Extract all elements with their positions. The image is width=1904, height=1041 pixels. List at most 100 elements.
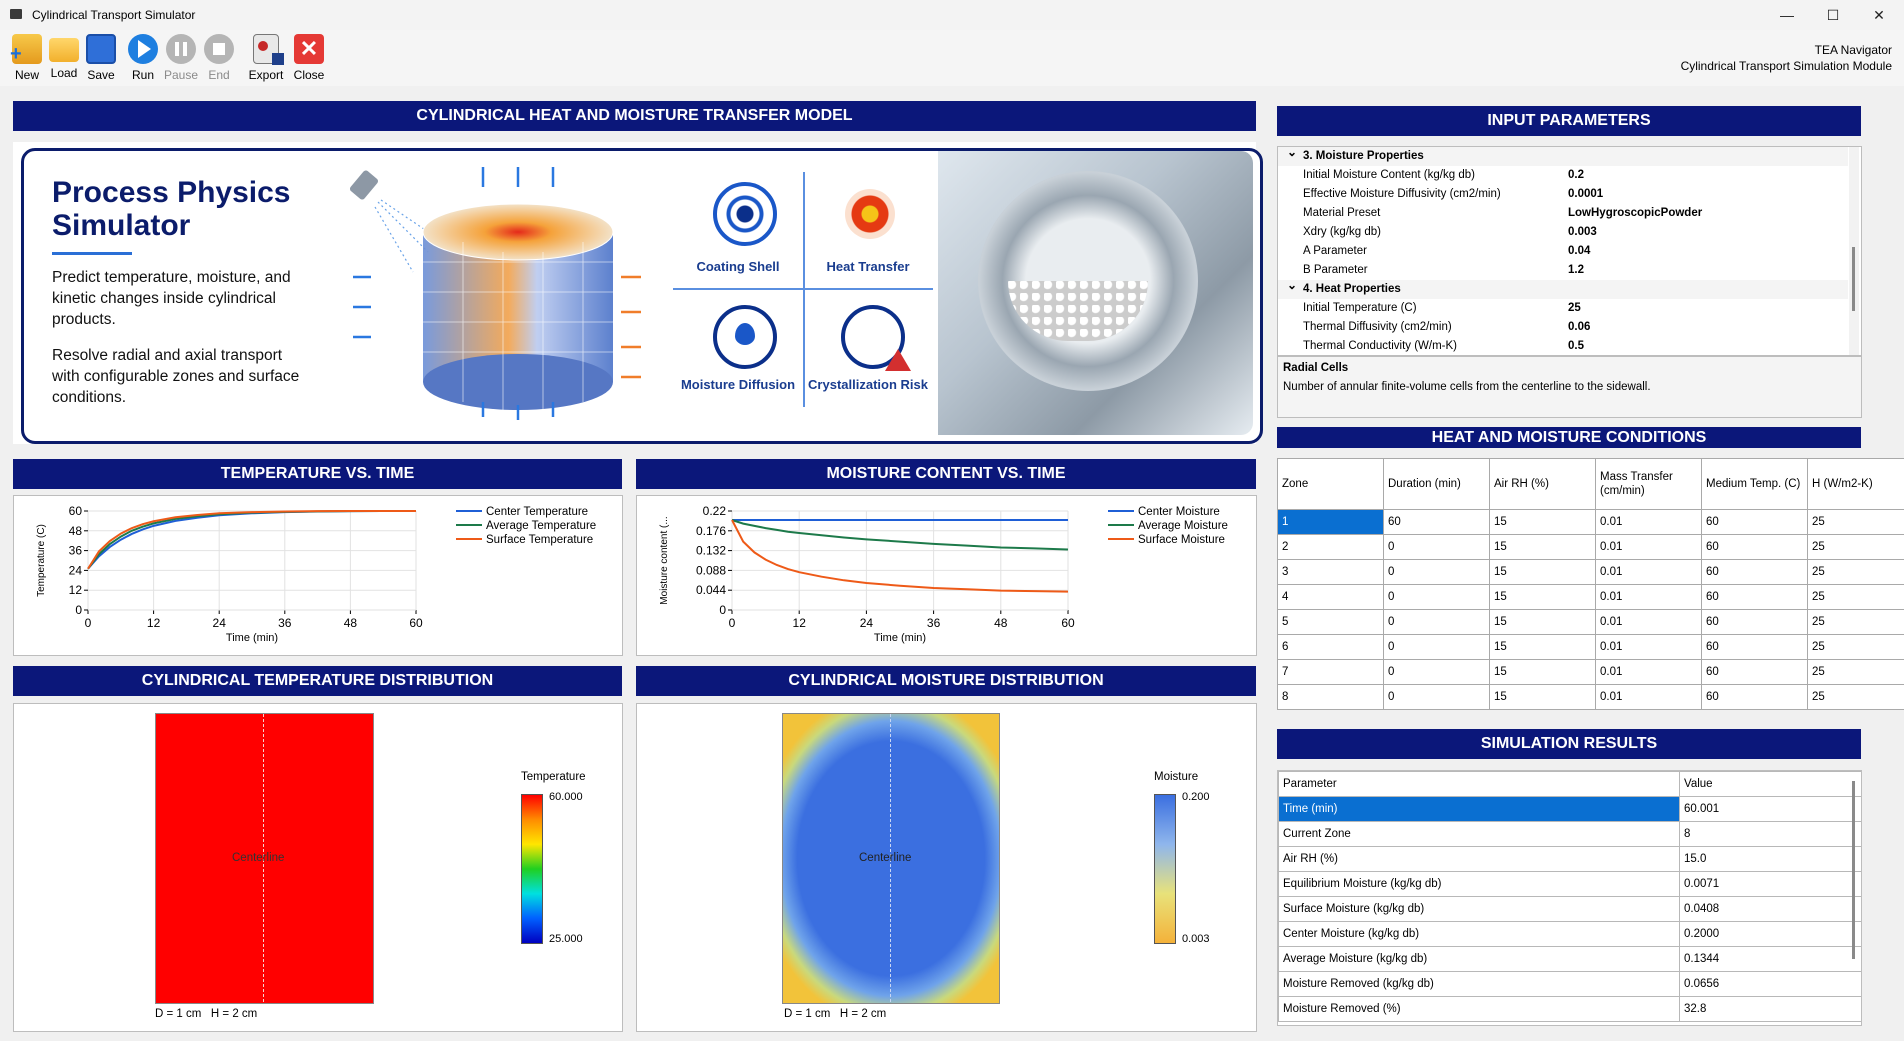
- property-row[interactable]: Thermal Conductivity (W/m-K) 0.5: [1278, 337, 1848, 355]
- table-cell[interactable]: 0.01: [1595, 684, 1702, 710]
- table-row[interactable]: 8 0 15 0.01 60 25: [1277, 684, 1904, 710]
- table-row[interactable]: Center Moisture (kg/kg db) 0.2000: [1278, 921, 1861, 947]
- property-row[interactable]: A Parameter 0.04: [1278, 242, 1848, 261]
- table-cell[interactable]: 60: [1701, 634, 1808, 660]
- table-cell[interactable]: 25: [1807, 684, 1904, 710]
- table-row[interactable]: Current Zone 8: [1278, 821, 1861, 847]
- table-cell[interactable]: 0: [1383, 534, 1490, 560]
- property-row[interactable]: Initial Moisture Content (kg/kg db) 0.2: [1278, 166, 1848, 185]
- table-cell[interactable]: 0.01: [1595, 584, 1702, 610]
- chevron-down-icon[interactable]: ⌄: [1287, 276, 1297, 295]
- table-cell[interactable]: 0: [1383, 584, 1490, 610]
- property-value[interactable]: LowHygroscopicPowder: [1568, 204, 1702, 223]
- table-row[interactable]: 5 0 15 0.01 60 25: [1277, 609, 1904, 635]
- table-row[interactable]: 4 0 15 0.01 60 25: [1277, 584, 1904, 610]
- results-grid[interactable]: Parameter Value Time (min) 60.001 Current Zo…: [1277, 770, 1862, 1026]
- table-cell[interactable]: 0.01: [1595, 559, 1702, 585]
- column-header[interactable]: Mass Transfer (cm/min): [1595, 458, 1702, 510]
- property-category[interactable]: ⌄ 4. Heat Properties: [1278, 278, 1848, 299]
- property-grid[interactable]: ⌄ 3. Moisture Properties Initial Moisture …: [1277, 146, 1862, 356]
- property-row[interactable]: Effective Moisture Diffusivity (cm2/min)…: [1278, 185, 1848, 204]
- table-cell[interactable]: 60: [1701, 609, 1808, 635]
- maximize-button[interactable]: ☐: [1810, 0, 1856, 30]
- property-value[interactable]: 0.06: [1568, 318, 1590, 337]
- table-cell[interactable]: 7: [1277, 659, 1384, 685]
- table-cell[interactable]: 25: [1807, 534, 1904, 560]
- table-cell[interactable]: 25: [1807, 509, 1904, 535]
- conditions-grid[interactable]: Zone Duration (min) Air RH (%) Mass Transfe…: [1277, 458, 1904, 714]
- property-value[interactable]: 0.0001: [1568, 185, 1603, 204]
- table-cell[interactable]: 0: [1383, 634, 1490, 660]
- table-cell[interactable]: 15: [1489, 534, 1596, 560]
- table-cell[interactable]: 60: [1701, 509, 1808, 535]
- run-button[interactable]: Run: [124, 32, 162, 84]
- table-cell[interactable]: 4: [1277, 584, 1384, 610]
- table-cell[interactable]: 15: [1489, 659, 1596, 685]
- table-cell[interactable]: 60: [1701, 584, 1808, 610]
- save-button[interactable]: Save: [82, 32, 120, 84]
- column-header[interactable]: Zone: [1277, 458, 1384, 510]
- table-cell[interactable]: 5: [1277, 609, 1384, 635]
- property-value[interactable]: 0.5: [1568, 337, 1584, 355]
- table-cell[interactable]: 0: [1383, 659, 1490, 685]
- table-row[interactable]: Surface Moisture (kg/kg db) 0.0408: [1278, 896, 1861, 922]
- table-cell[interactable]: 0.01: [1595, 659, 1702, 685]
- table-cell[interactable]: 25: [1807, 634, 1904, 660]
- table-cell[interactable]: 6: [1277, 634, 1384, 660]
- table-row[interactable]: Time (min) 60.001: [1278, 796, 1861, 822]
- results-scrollbar[interactable]: [1849, 781, 1859, 959]
- column-header[interactable]: Air RH (%): [1489, 458, 1596, 510]
- column-header[interactable]: H (W/m2-K): [1807, 458, 1904, 510]
- new-button[interactable]: + New: [8, 32, 46, 84]
- column-header[interactable]: Parameter: [1278, 771, 1680, 797]
- table-row[interactable]: 1 60 15 0.01 60 25: [1277, 509, 1904, 535]
- table-cell[interactable]: 15: [1489, 584, 1596, 610]
- table-cell[interactable]: 0.01: [1595, 609, 1702, 635]
- table-cell[interactable]: 2: [1277, 534, 1384, 560]
- minimize-button[interactable]: —: [1764, 0, 1810, 30]
- table-cell[interactable]: 60: [1701, 659, 1808, 685]
- table-row[interactable]: Equilibrium Moisture (kg/kg db) 0.0071: [1278, 871, 1861, 897]
- table-row[interactable]: Air RH (%) 15.0: [1278, 846, 1861, 872]
- column-header[interactable]: Medium Temp. (C): [1701, 458, 1808, 510]
- table-cell[interactable]: 3: [1277, 559, 1384, 585]
- property-row[interactable]: Material Preset LowHygroscopicPowder: [1278, 204, 1848, 223]
- table-cell[interactable]: 0.01: [1595, 534, 1702, 560]
- property-value[interactable]: 1.2: [1568, 261, 1584, 280]
- property-category[interactable]: ⌄ 3. Moisture Properties: [1278, 147, 1848, 166]
- pause-button[interactable]: Pause: [162, 32, 200, 84]
- table-cell[interactable]: 0: [1383, 609, 1490, 635]
- table-row[interactable]: Average Moisture (kg/kg db) 0.1344: [1278, 946, 1861, 972]
- table-cell[interactable]: 60: [1701, 559, 1808, 585]
- table-row[interactable]: 3 0 15 0.01 60 25: [1277, 559, 1904, 585]
- table-cell[interactable]: 25: [1807, 659, 1904, 685]
- table-cell[interactable]: 60: [1383, 509, 1490, 535]
- chevron-down-icon[interactable]: ⌄: [1287, 147, 1297, 162]
- property-value[interactable]: 0.2: [1568, 166, 1584, 185]
- table-cell[interactable]: 25: [1807, 584, 1904, 610]
- property-row[interactable]: Xdry (kg/kg db) 0.003: [1278, 223, 1848, 242]
- table-cell[interactable]: 1: [1277, 509, 1384, 535]
- column-header[interactable]: Value: [1679, 771, 1861, 797]
- property-row[interactable]: Thermal Diffusivity (cm2/min) 0.06: [1278, 318, 1848, 337]
- load-button[interactable]: Load: [45, 32, 83, 84]
- table-cell[interactable]: 15: [1489, 634, 1596, 660]
- table-cell[interactable]: 60: [1701, 684, 1808, 710]
- table-cell[interactable]: 15: [1489, 559, 1596, 585]
- column-header[interactable]: Duration (min): [1383, 458, 1490, 510]
- table-cell[interactable]: 0.01: [1595, 634, 1702, 660]
- table-row[interactable]: 6 0 15 0.01 60 25: [1277, 634, 1904, 660]
- table-cell[interactable]: 0: [1383, 684, 1490, 710]
- property-row[interactable]: B Parameter 1.2: [1278, 261, 1848, 280]
- table-row[interactable]: 2 0 15 0.01 60 25: [1277, 534, 1904, 560]
- property-scrollbar[interactable]: [1849, 147, 1859, 355]
- export-button[interactable]: Export: [247, 32, 285, 84]
- end-button[interactable]: End: [200, 32, 238, 84]
- property-value[interactable]: 0.04: [1568, 242, 1590, 261]
- table-row[interactable]: 7 0 15 0.01 60 25: [1277, 659, 1904, 685]
- table-cell[interactable]: 0.01: [1595, 509, 1702, 535]
- conditions-table[interactable]: Zone Duration (min) Air RH (%) Mass Transfe…: [1277, 458, 1904, 710]
- table-cell[interactable]: 8: [1277, 684, 1384, 710]
- results-table[interactable]: Parameter Value Time (min) 60.001 Current Zo…: [1278, 771, 1861, 1022]
- property-value[interactable]: 25: [1568, 299, 1581, 318]
